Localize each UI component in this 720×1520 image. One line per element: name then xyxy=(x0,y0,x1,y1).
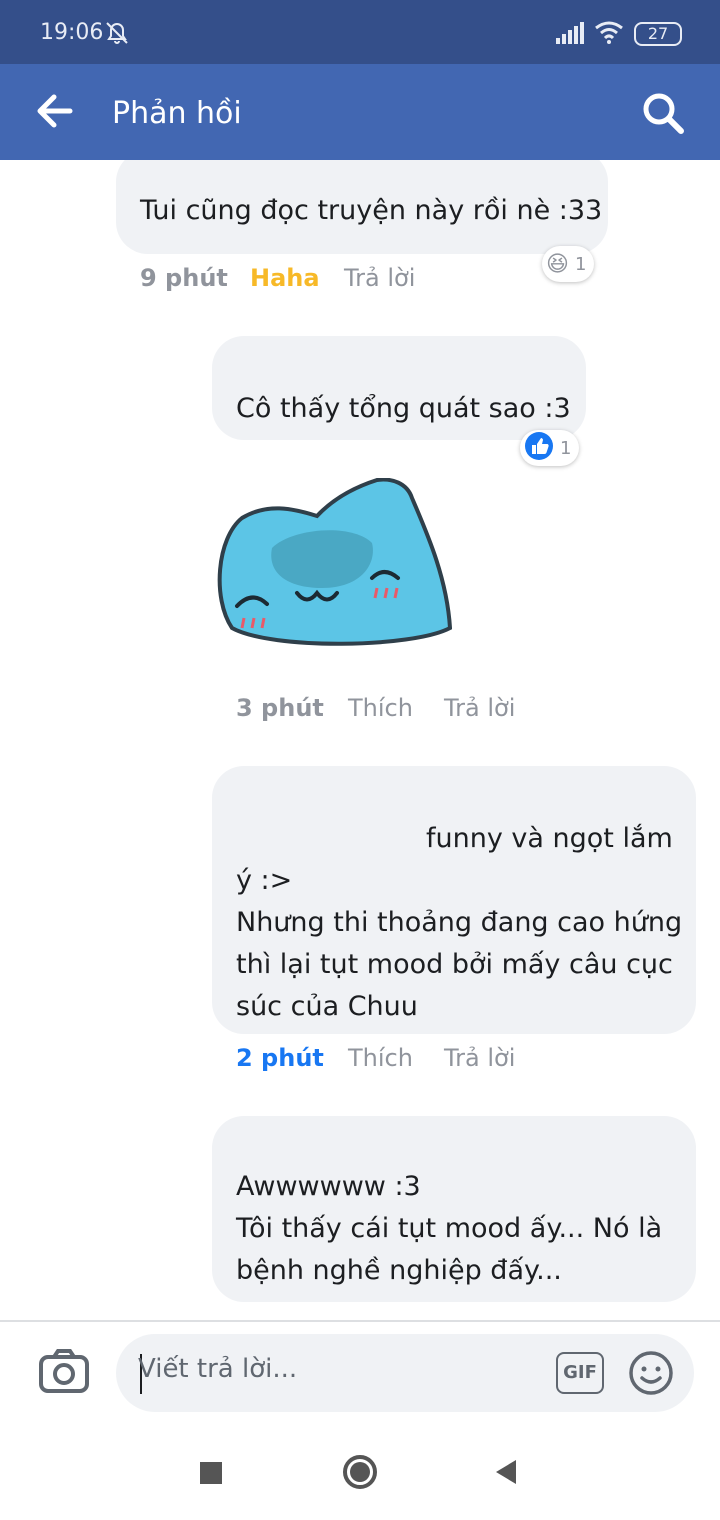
comment-bubble[interactable]: Cô thấy tổng quát sao :3 xyxy=(212,336,586,440)
reaction-summary[interactable]: 1 xyxy=(520,430,580,466)
page-title: Phản hồi xyxy=(112,96,242,131)
wifi-icon xyxy=(594,20,624,48)
comment-time: 9 phút xyxy=(140,264,228,292)
comment-bubble[interactable]: funny và ngọt lắm ý :> Nhưng thi thoảng … xyxy=(212,766,696,1034)
reply-link[interactable]: Trả lời xyxy=(444,1044,515,1072)
signal-icon xyxy=(556,22,586,48)
back-arrow-icon[interactable] xyxy=(36,94,74,132)
reaction-link[interactable]: Haha xyxy=(250,264,320,292)
comment-text: Cô thấy tổng quát sao :3 xyxy=(236,393,571,424)
emoji-icon[interactable] xyxy=(628,1350,674,1400)
replies-feed[interactable]: Tui cũng đọc truyện này rồi nè :33 😆 1 9… xyxy=(0,160,720,1320)
status-bar: 19:06 27 xyxy=(0,0,720,64)
like-link[interactable]: Thích xyxy=(348,694,413,722)
comment-text: Tui cũng đọc truyện này rồi nè :33 xyxy=(140,195,603,226)
comment-bubble[interactable]: Tui cũng đọc truyện này rồi nè :33 xyxy=(116,160,608,254)
app-bar: Phản hồi xyxy=(0,64,720,160)
recent-apps-button[interactable] xyxy=(200,1462,222,1484)
reply-input[interactable] xyxy=(138,1354,518,1384)
like-reaction-icon xyxy=(524,431,554,466)
notifications-off-icon xyxy=(104,20,130,50)
system-nav-bar xyxy=(0,1424,720,1520)
reaction-count: 1 xyxy=(560,437,572,459)
reply-composer: GIF xyxy=(0,1320,720,1426)
search-icon[interactable] xyxy=(640,90,686,140)
reply-link[interactable]: Trả lời xyxy=(444,694,515,722)
clock: 19:06 xyxy=(40,20,104,45)
blue-cat-sticker xyxy=(212,477,453,662)
comment-text: Awwwwww :3 Tôi thấy cái tụt mood ấy... N… xyxy=(236,1171,663,1286)
camera-icon[interactable] xyxy=(38,1348,90,1398)
comment-time: 2 phút xyxy=(236,1044,324,1072)
comment-time: 3 phút xyxy=(236,694,324,722)
home-button[interactable] xyxy=(342,1454,378,1494)
comment-bubble[interactable]: Awwwwww :3 Tôi thấy cái tụt mood ấy... N… xyxy=(212,1116,696,1302)
gif-button[interactable]: GIF xyxy=(556,1352,604,1394)
like-link[interactable]: Thích xyxy=(348,1044,413,1072)
comment-text-line1: funny và ngọt lắm xyxy=(426,823,673,854)
reply-field[interactable]: GIF xyxy=(116,1334,694,1412)
system-back-button[interactable] xyxy=(494,1458,518,1490)
haha-reaction-icon: 😆 xyxy=(546,251,569,277)
reaction-count: 1 xyxy=(574,253,587,275)
reply-link[interactable]: Trả lời xyxy=(344,264,415,292)
reaction-summary[interactable]: 😆 1 xyxy=(542,246,595,282)
battery-indicator: 27 xyxy=(634,22,682,46)
comment-text: ý :> Nhưng thi thoảng đang cao hứng thì … xyxy=(236,865,683,1022)
